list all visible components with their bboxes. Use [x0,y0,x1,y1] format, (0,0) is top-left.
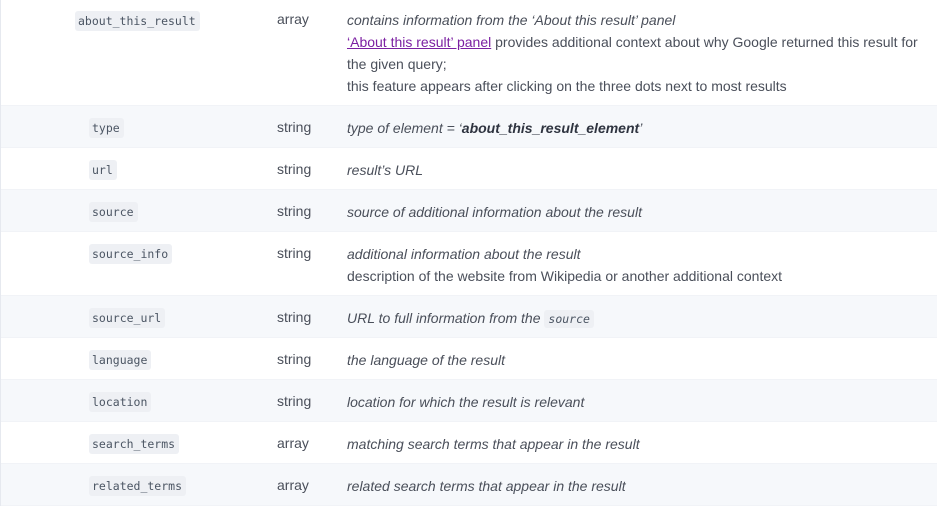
table-row-search-terms: search_terms array matching search terms… [1,422,937,464]
field-type: array [277,11,309,27]
description-line: this feature appears after clicking on t… [347,78,787,94]
field-description: result’s URL [347,162,423,178]
table-row-location: location string location for which the r… [1,380,937,422]
fields-table: about_this_result array contains informa… [0,0,937,506]
field-name: source [89,202,138,222]
field-name-cell: location [1,391,277,412]
description-line: additional information about the result [347,246,581,262]
field-type: string [277,245,312,261]
element-type-value: about_this_result_element [461,120,640,136]
field-name: source_url [89,308,166,328]
field-name: language [89,350,152,370]
field-type: string [277,309,312,325]
field-type: string [277,351,312,367]
field-name-cell: about_this_result [1,9,277,31]
table-row-type: type string type of element = ‘about_thi… [1,106,937,148]
field-name-cell: language [1,349,277,370]
field-description: additional information about the result … [347,243,937,287]
about-this-result-panel-link[interactable]: ‘About this result’ panel [347,34,491,50]
field-type: string [277,119,312,135]
field-name-cell: source_url [1,307,277,328]
table-row-related-terms: related_terms array related search terms… [1,464,937,506]
field-type: array [277,435,309,451]
field-description: matching search terms that appear in the… [347,436,640,452]
field-name: search_terms [89,434,180,454]
field-name: url [89,160,117,180]
field-description: the language of the result [347,352,506,368]
field-name: type [89,118,124,138]
table-row-source: source string source of additional infor… [1,190,937,232]
field-name-cell: source [1,201,277,222]
field-description: source of additional information about t… [347,204,642,220]
field-type: string [277,161,312,177]
field-name-cell: related_terms [1,475,277,496]
field-name-cell: source_info [1,243,277,264]
table-row-source-info: source_info string additional informatio… [1,232,937,296]
description-text: URL to full information from the [347,310,545,326]
field-name: source_info [89,244,173,264]
description-line: description of the website from Wikipedi… [347,268,783,284]
field-description: related search terms that appear in the … [347,478,626,494]
field-type: array [277,477,309,493]
field-name: related_terms [89,476,187,496]
field-name-cell: type [1,117,277,138]
description-line: ‘About this result’ panel provides addit… [347,31,929,75]
field-description: contains information from the ‘About thi… [347,9,937,97]
field-description: location for which the result is relevan… [347,394,585,410]
field-description: URL to full information from the source [347,307,937,329]
description-line: contains information from the ‘About thi… [347,12,676,28]
field-name-cell: url [1,159,277,180]
field-description: type of element = ‘about_this_result_ele… [347,117,937,139]
table-row-url: url string result’s URL [1,148,937,190]
table-row-language: language string the language of the resu… [1,338,937,380]
table-row-source-url: source_url string URL to full informatio… [1,296,937,338]
field-name: about_this_result [75,11,200,31]
inline-code-source: source [544,310,594,328]
field-name: location [89,392,152,412]
description-text: type of element = ‘ [347,120,462,136]
table-row-about-this-result: about_this_result array contains informa… [1,0,937,106]
field-type: string [277,203,312,219]
field-type: string [277,393,312,409]
description-text: ’ [639,120,643,136]
field-name-cell: search_terms [1,433,277,454]
